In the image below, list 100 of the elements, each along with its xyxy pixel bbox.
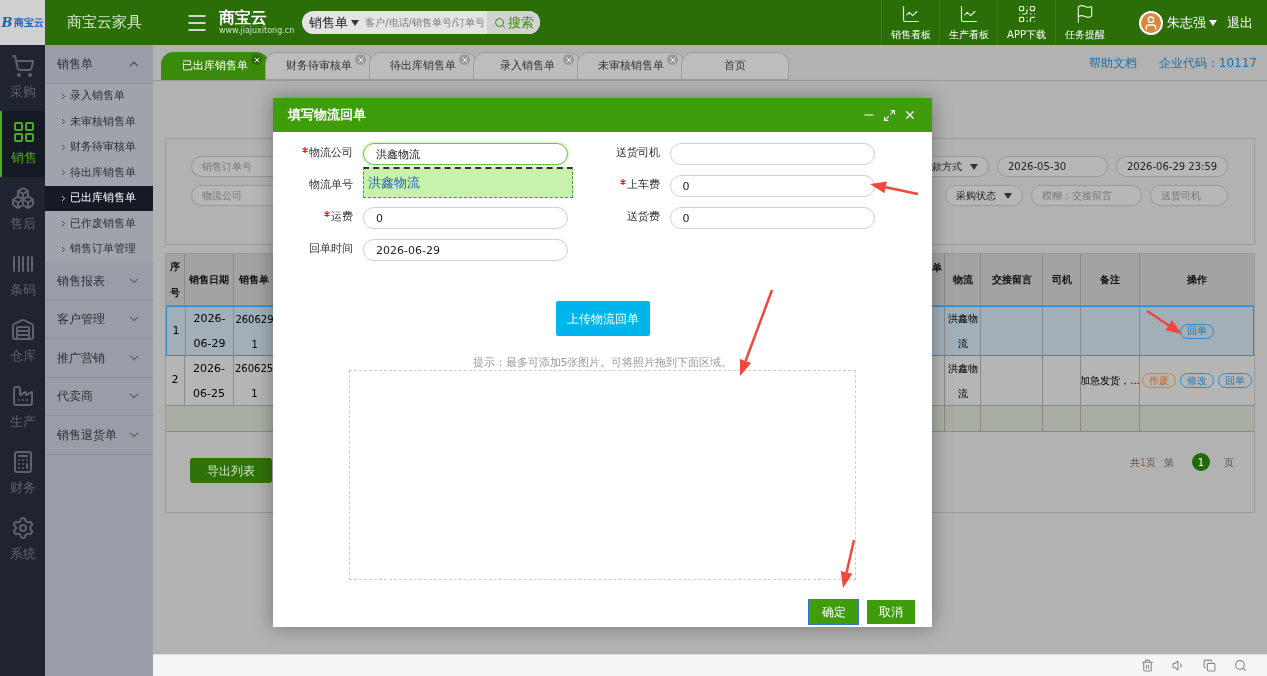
form-input[interactable]: 0 xyxy=(669,175,875,198)
sidebar-item[interactable]: 销售订单管理 xyxy=(45,236,153,262)
search-icon xyxy=(493,16,506,29)
field-label: 送货司机 xyxy=(615,144,660,161)
maximize-icon[interactable] xyxy=(883,108,896,122)
sidebar-item[interactable]: 未审核销售单 xyxy=(45,109,153,135)
form-input[interactable]: 0 xyxy=(669,207,875,230)
field-label: 运费 xyxy=(331,208,353,225)
upload-hint: 提示：最多可添加5张图片。可将照片拖到下面区域。 xyxy=(471,356,734,370)
table-cell: 2026-06-29 xyxy=(185,307,235,355)
table-cell-text: 260629 xyxy=(235,313,274,327)
column-header: 司机 xyxy=(1042,254,1080,305)
company-code: 企业代码：10117 xyxy=(1158,55,1257,72)
table-cell-text: 1 xyxy=(251,338,258,352)
toolbar-button[interactable]: APP下载 xyxy=(997,0,1055,45)
toolbar-button[interactable]: 生产看板 xyxy=(939,0,997,45)
field-label: 物流公司 xyxy=(309,144,353,161)
close-icon[interactable] xyxy=(355,54,366,65)
tab[interactable]: 已出库销售单 xyxy=(161,52,269,80)
qr-code-icon xyxy=(1016,3,1037,24)
tab[interactable]: 未审核销售单 xyxy=(577,52,685,80)
sidebar-item[interactable]: 已出库销售单 xyxy=(45,185,153,211)
sidebar-item[interactable]: 已作废销售单 xyxy=(45,211,153,237)
chevron-right-icon xyxy=(59,168,68,178)
toolbar-button[interactable]: 任务提醒 xyxy=(1055,0,1113,45)
tab[interactable]: 财务待审核单 xyxy=(265,52,373,80)
table-cell: 1 xyxy=(167,307,186,355)
page-prefix: 第 xyxy=(1164,455,1174,470)
warehouse-icon xyxy=(10,318,35,343)
close-icon[interactable] xyxy=(903,108,917,122)
user-menu[interactable]: 朱志强 xyxy=(1167,12,1217,33)
table-row[interactable]: 2 2026-06-25 260625 1 xyxy=(166,356,274,406)
table-cell-text: 260625 xyxy=(235,362,274,376)
tab[interactable]: 首页 xyxy=(681,52,789,80)
boxes-icon xyxy=(10,186,35,211)
close-icon[interactable] xyxy=(667,54,678,65)
logout-link[interactable]: 退出 xyxy=(1227,12,1253,33)
user-icon xyxy=(1143,14,1159,31)
factory-icon xyxy=(10,384,35,409)
date-field[interactable]: 2026-05-30 xyxy=(997,156,1108,177)
table-cell: 洪鑫物流 xyxy=(944,356,980,405)
field-label: 回单时间 xyxy=(309,240,353,257)
chevron-right-icon xyxy=(59,193,68,203)
cart-icon xyxy=(10,54,35,79)
table-cell: 加急发货，... xyxy=(1080,356,1139,405)
chevron-right-icon xyxy=(59,244,68,254)
chevron-right-icon xyxy=(59,219,68,229)
chevron-right-icon xyxy=(59,142,68,152)
caret-icon xyxy=(351,19,360,26)
logo-name: 商宝云 xyxy=(13,17,44,28)
window-icon[interactable] xyxy=(1203,659,1216,672)
avatar[interactable] xyxy=(1139,10,1163,35)
page-button[interactable]: 1 xyxy=(1192,453,1210,471)
page-suffix: 页 xyxy=(1224,455,1234,470)
confirm-button[interactable]: 确定 xyxy=(809,600,858,624)
close-icon[interactable] xyxy=(251,54,262,65)
field-label: 送货费 xyxy=(626,208,660,225)
field-label: 物流单号 xyxy=(309,176,353,193)
column-header: 备注 xyxy=(1080,254,1139,305)
close-icon[interactable] xyxy=(563,54,574,65)
export-button[interactable]: 导出列表 xyxy=(190,458,272,483)
close-icon[interactable] xyxy=(459,54,470,65)
column-header: 销售日期 xyxy=(185,254,234,305)
scope-dropdown[interactable]: 销售单 xyxy=(302,12,364,33)
form-input[interactable] xyxy=(669,143,875,166)
form-input[interactable]: 洪鑫物流 xyxy=(363,143,568,166)
caret-icon xyxy=(1209,19,1217,26)
trash-icon[interactable] xyxy=(1141,659,1154,672)
caret-icon xyxy=(970,163,978,170)
speaker-icon[interactable] xyxy=(1172,659,1185,672)
table-row[interactable]: 1 2026-06-29 260629 1 xyxy=(166,306,274,356)
suggestion-option[interactable]: 洪鑫物流 xyxy=(363,166,573,198)
column-header: 操作 xyxy=(1139,254,1253,305)
module-item[interactable]: 销售 xyxy=(0,111,45,177)
search-input[interactable]: 客户/电话/销售单号/订单号 xyxy=(363,15,488,30)
search-button[interactable]: 搜索 xyxy=(487,11,541,34)
pointer-arrow xyxy=(1146,309,1182,334)
sidebar-item[interactable]: 录入销售单 xyxy=(45,83,153,109)
toolbar-button[interactable]: 销售看板 xyxy=(881,0,939,45)
search-icon[interactable] xyxy=(1234,659,1247,672)
sidebar-item[interactable]: 待出库销售单 xyxy=(45,160,153,186)
dialog-title: 填写物流回单 xyxy=(288,106,366,125)
caret-icon xyxy=(1004,192,1012,199)
settings-icon xyxy=(10,516,35,541)
tab[interactable]: 录入销售单 xyxy=(473,52,581,80)
filter-dropdown[interactable]: 采购状态 xyxy=(945,185,1023,206)
chevron-right-icon xyxy=(59,117,68,127)
pointer-arrow xyxy=(840,539,856,588)
company-name: 商宝云家具 xyxy=(67,12,143,34)
form-input[interactable]: 0 xyxy=(363,207,568,230)
tab[interactable]: 待出库销售单 xyxy=(369,52,477,80)
column-header: 交接留言 xyxy=(980,254,1042,305)
form-input[interactable]: 2026-06-29 xyxy=(363,239,568,262)
column-header: 物流 xyxy=(944,254,980,305)
logo-mark: B xyxy=(1,16,13,29)
table-cell: 洪鑫物流 xyxy=(944,307,980,355)
sidebar-item[interactable]: 财务待审核单 xyxy=(45,134,153,160)
date-field[interactable]: 2026-06-29 23:59 xyxy=(1116,156,1228,177)
cancel-button[interactable]: 取消 xyxy=(867,600,915,624)
brand-url: www.jiajuxitong.cn xyxy=(219,27,295,35)
